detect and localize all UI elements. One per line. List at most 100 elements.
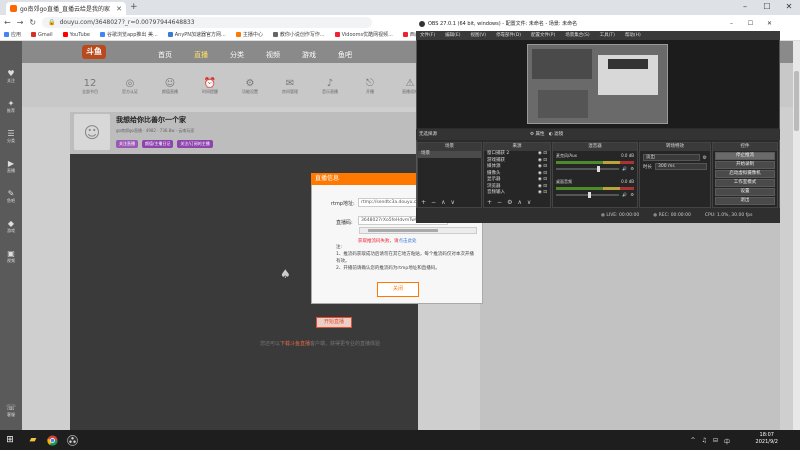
control-button[interactable]: 开始录制 (715, 161, 775, 169)
back-icon[interactable]: ← (4, 18, 11, 27)
lock-icon[interactable]: ⊡ (542, 151, 547, 156)
sidebar-item[interactable]: ▣ 视频 (0, 249, 22, 264)
download-link[interactable]: 下载斗鱼直播 (280, 341, 310, 347)
sidebar-item[interactable]: ▶ 直播 (0, 159, 22, 174)
control-button[interactable]: 启动虚拟摄像机 (715, 170, 775, 178)
lock-icon[interactable]: ⊡ (542, 171, 547, 176)
start-live-button[interactable]: 开始直播 (316, 317, 352, 328)
nav-item[interactable]: 鱼吧 (338, 50, 352, 60)
bookmark-item[interactable]: Vidooms优酷网视频... (334, 31, 393, 38)
close-window-icon[interactable]: ✕ (778, 0, 800, 14)
category-item[interactable]: ✉ 房间管理 (280, 78, 300, 95)
lock-icon[interactable]: ⊡ (542, 190, 547, 195)
category-item[interactable]: ⎋ 开播 (360, 78, 380, 95)
down-icon[interactable]: ∨ (527, 199, 531, 206)
start-icon[interactable]: ⊞ (3, 433, 17, 447)
source-item[interactable]: 音频输入 ◉ ⊡ (484, 190, 550, 197)
gear-icon[interactable]: ⚙ (630, 166, 634, 171)
obs-menu-item[interactable]: 视图(V) (470, 31, 486, 40)
gear-icon[interactable]: ⚙ (507, 199, 512, 206)
avatar[interactable]: ☺ (74, 114, 110, 150)
control-button[interactable]: 工作室模式 (715, 179, 775, 187)
nav-item[interactable]: 视频 (266, 50, 280, 60)
properties-button[interactable]: ⚙ 属性 (530, 132, 544, 137)
transition-select[interactable]: 淡出 (643, 154, 700, 161)
bookmark-item[interactable]: YouTube (62, 32, 90, 38)
category-item[interactable]: ⏰ 时间提醒 (200, 78, 220, 95)
maximize-icon[interactable]: ☐ (756, 0, 778, 14)
obs-menu-item[interactable]: 编辑(E) (445, 31, 460, 40)
reload-icon[interactable]: ↻ (29, 18, 36, 27)
gear-icon[interactable]: ⚙ (630, 192, 634, 197)
sidebar-item[interactable]: ☰ 分类 (0, 129, 22, 144)
control-button[interactable]: 退出 (715, 197, 775, 205)
lock-icon[interactable]: ⊡ (542, 184, 547, 189)
remove-icon[interactable]: − (497, 199, 502, 206)
obs-icon[interactable] (65, 433, 79, 447)
speaker-icon[interactable]: 🔊 (622, 192, 627, 197)
obs-maximize-icon[interactable]: ☐ (741, 17, 760, 31)
up-icon[interactable]: ∧ (517, 199, 521, 206)
bookmark-item[interactable]: 谷歌浏览app推出 美... (99, 31, 158, 38)
tray-icon[interactable]: ^ (691, 437, 696, 446)
category-item[interactable]: ⚙ 功能设置 (240, 78, 260, 95)
obs-menu-item[interactable]: 配置文件(P) (531, 31, 555, 40)
category-item[interactable]: ◎ 官方认证 (120, 78, 140, 95)
slider-thumb[interactable] (597, 165, 601, 172)
obs-menu-item[interactable]: 工具(T) (600, 31, 615, 40)
room-tag[interactable]: 颜值/主播日记 (142, 140, 174, 148)
volume-slider[interactable] (556, 165, 620, 172)
add-icon[interactable]: + (421, 199, 426, 206)
address-bar[interactable]: 🔒 douyu.com/3648027?_r=0.00797944648833 (42, 16, 373, 28)
obs-menu-item[interactable]: 帮助(H) (625, 31, 641, 40)
up-icon[interactable]: ∧ (441, 199, 445, 206)
sidebar-item[interactable]: ♥ 关注 (0, 69, 22, 84)
forward-icon[interactable]: → (17, 18, 24, 27)
category-item[interactable]: 12 全部节目 (80, 78, 100, 95)
page-scrollbar[interactable] (793, 41, 800, 430)
minimize-icon[interactable]: – (734, 0, 756, 14)
bookmark-item[interactable]: Gmail (31, 32, 53, 38)
lock-icon[interactable]: ⊡ (542, 164, 547, 169)
bookmark-item[interactable]: 教你小说创作写作... (272, 31, 325, 38)
obs-menu-item[interactable]: 停靠部件(D) (496, 31, 521, 40)
nav-item[interactable]: 分类 (230, 50, 244, 60)
sidebar-item[interactable]: ◆ 游戏 (0, 219, 22, 234)
sidebar-item[interactable]: ✎ 鱼吧 (0, 189, 22, 204)
sidebar-item-support[interactable]: ☏ 客服 (0, 403, 22, 418)
nav-item[interactable]: 直播 (194, 50, 208, 60)
room-tag[interactable]: 关注直播 (116, 140, 138, 148)
chrome-icon[interactable] (45, 433, 59, 447)
obs-menu-item[interactable]: 场景集合(S) (565, 31, 589, 40)
tray-icon[interactable]: ⊟ (713, 437, 718, 446)
key-field-scrollbar[interactable] (359, 227, 477, 234)
close-tab-icon[interactable]: ✕ (116, 5, 122, 13)
lock-icon[interactable]: ⊡ (542, 177, 547, 182)
bookmark-item[interactable]: 应用 (4, 31, 21, 38)
new-tab-button[interactable]: + (130, 2, 138, 12)
volume-slider[interactable] (556, 191, 620, 198)
taskbar-clock[interactable]: 18:07 2021/9/2 (756, 432, 778, 446)
speaker-icon[interactable]: 🔊 (622, 166, 627, 171)
control-button[interactable]: 设置 (715, 188, 775, 196)
lock-icon[interactable]: ⊡ (542, 158, 547, 163)
obs-minimize-icon[interactable]: – (722, 17, 741, 31)
tray-icon[interactable]: ♫ (702, 437, 707, 446)
folder-icon[interactable]: ▰ (26, 433, 40, 447)
bookmark-item[interactable]: 主播中心 (235, 31, 263, 38)
sidebar-item[interactable]: ✦ 推荐 (0, 99, 22, 114)
browser-tab[interactable]: go南郊go直播_直播云给是我的家 ✕ (6, 2, 126, 15)
dialog-close-button[interactable]: 关闭 (377, 282, 419, 297)
slider-thumb[interactable] (587, 191, 591, 198)
category-item[interactable]: ♪ 音乐直播 (320, 78, 340, 95)
obs-menu-item[interactable]: 文件(F) (420, 31, 435, 40)
nav-item[interactable]: 首页 (158, 50, 172, 60)
room-tag[interactable]: 关注/订阅的主播 (177, 140, 213, 148)
nav-item[interactable]: 游戏 (302, 50, 316, 60)
gear-icon[interactable]: ⚙ (703, 155, 707, 161)
category-item[interactable]: ☺ 颜值直播 (160, 78, 180, 95)
add-icon[interactable]: + (487, 199, 492, 206)
down-icon[interactable]: ∨ (450, 199, 454, 206)
tray-icon[interactable]: 中 (724, 437, 730, 446)
scene-item[interactable]: 场景 (418, 151, 481, 158)
